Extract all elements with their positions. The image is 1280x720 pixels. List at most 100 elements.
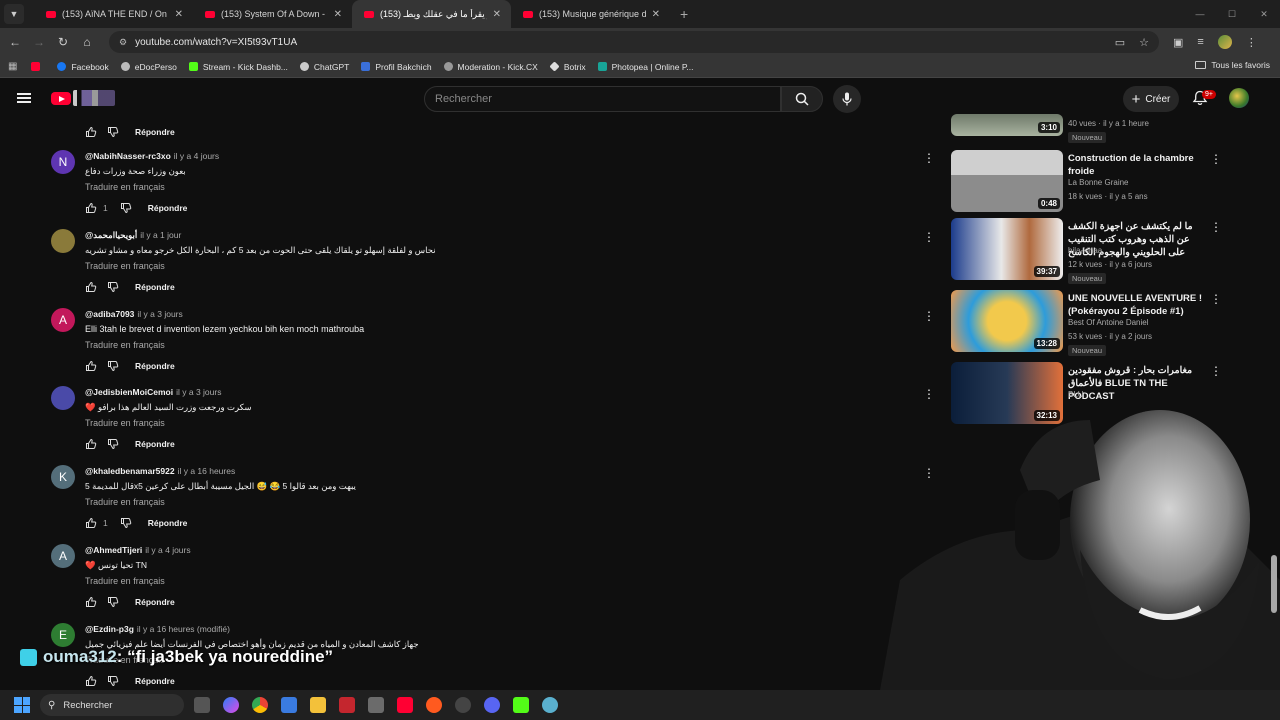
menu-hamburger-icon[interactable] [17,93,31,103]
search-button[interactable] [781,86,823,112]
comment-author[interactable]: @NabihNasser-rc3xo [85,151,171,161]
comment-time[interactable]: il y a 4 jours [174,151,219,161]
address-bar[interactable]: ⚙ youtube.com/watch?v=XI5t93vT1UA ▭ ☆ [109,31,1159,53]
thumbs-down-icon[interactable] [107,360,119,372]
comment-author[interactable]: @أبويحياامحمد [85,230,137,240]
cast-icon[interactable]: ▭ [1115,36,1125,49]
firefox-icon[interactable] [426,697,442,713]
bookmark-youtube[interactable] [31,62,45,71]
reload-icon[interactable]: ↻ [51,35,75,49]
minimize-icon[interactable]: — [1184,9,1216,19]
reply-button[interactable]: Répondre [135,676,175,686]
reply-button[interactable]: Répondre [148,203,188,213]
video-thumbnail[interactable]: 13:28 [951,290,1063,352]
close-tab-icon[interactable]: ✕ [334,9,342,20]
avatar[interactable]: A [51,308,75,332]
thumbs-down-icon[interactable] [120,517,132,529]
recommended-video[interactable]: 0:48 Construction de la chambre froide La … [951,150,1271,216]
comment-author[interactable]: @JedisbienMoiCemoi [85,387,173,397]
profile-avatar-icon[interactable] [1217,35,1232,49]
comment-time[interactable]: il y a 3 jours [176,387,221,397]
channel-name[interactable]: bila-kinaa [1068,246,1102,255]
video-more-icon[interactable]: ⋮ [1210,364,1222,378]
bookmark-facebook[interactable]: Facebook [57,62,109,72]
youtube-app-icon[interactable] [397,697,413,713]
kick-app-icon[interactable] [513,697,529,713]
browser-tab[interactable]: (153) System Of A Down - Chop ✕ [193,0,352,28]
thumbs-down-icon[interactable] [107,438,119,450]
avatar[interactable] [51,386,75,410]
translate-button[interactable]: Traduire en français [85,576,165,586]
comment-time[interactable]: il y a 16 heures [178,466,236,476]
channel-name[interactable]: Best Of Antoine Daniel [1068,318,1149,327]
recommended-video[interactable]: 39:37 ما لم يكتشف عن اجهزة الكشف عن الذهب… [951,218,1271,284]
comment-time[interactable]: il y a 3 jours [137,309,182,319]
bookmark-edocperso[interactable]: eDocPerso [120,62,177,72]
avatar[interactable]: E [51,623,75,647]
create-button[interactable]: + Créer [1123,86,1179,112]
media-controls-icon[interactable]: ≡ [1197,36,1203,48]
taskbar-search[interactable]: ⚲ Rechercher [40,694,184,716]
translate-button[interactable]: Traduire en français [85,182,165,192]
comment-more-icon[interactable]: ⋮ [923,387,935,401]
avatar[interactable]: K [51,465,75,489]
close-tab-icon[interactable]: ✕ [493,9,501,20]
close-tab-icon[interactable]: ✕ [175,9,183,20]
search-input[interactable]: Rechercher [424,86,781,112]
translate-button[interactable]: Traduire en français [85,418,165,428]
avatar[interactable]: A [51,544,75,568]
translate-button[interactable]: Traduire en français [85,497,165,507]
avatar[interactable] [51,229,75,253]
comment-author[interactable]: @AhmedTijeri [85,545,142,555]
youtube-doodle[interactable] [73,90,115,106]
app-blue-icon[interactable] [542,697,558,713]
thumbs-up-icon[interactable] [85,675,97,687]
comment-time[interactable]: il y a 1 jour [140,230,181,240]
browser-tab-active[interactable]: (153) جهاز يقرأ ما في عقلك ويطـ ✕ [352,0,511,28]
comment-time[interactable]: il y a 4 jours [145,545,190,555]
video-thumbnail[interactable]: 0:48 [951,150,1063,212]
new-tab-button[interactable]: + [680,6,688,22]
bookmark-chatgpt[interactable]: ChatGPT [299,62,349,72]
account-avatar[interactable] [1229,88,1249,108]
voice-search-button[interactable] [833,85,861,113]
thumbs-up-icon[interactable] [85,438,97,450]
maximize-icon[interactable]: ☐ [1216,9,1248,20]
reply-button[interactable]: Répondre [135,282,175,292]
video-thumbnail[interactable]: 39:37 [951,218,1063,280]
tab-list-button[interactable]: ▼ [4,4,24,24]
copilot-icon[interactable] [223,697,239,713]
reply-button[interactable]: Répondre [135,361,175,371]
comment-more-icon[interactable]: ⋮ [923,466,935,480]
browser-tab[interactable]: (153) AïNA THE END / On The W ✕ [34,0,193,28]
thumbs-down-icon[interactable] [107,675,119,687]
file-explorer-icon[interactable] [310,697,326,713]
page-scrollbar[interactable] [1271,555,1277,613]
bookmark-kick-dashboard[interactable]: Stream - Kick Dashb... [188,62,288,72]
browser-menu-icon[interactable]: ⋮ [1246,36,1257,49]
video-more-icon[interactable]: ⋮ [1210,292,1222,306]
video-more-icon[interactable]: ⋮ [1210,152,1222,166]
channel-name[interactable]: La Bonne Graine [1068,178,1129,187]
forward-icon[interactable]: → [27,35,51,49]
comment-time[interactable]: il y a 16 heures (modifié) [137,624,230,634]
all-bookmarks[interactable]: Tous les favoris [1195,60,1270,70]
bookmark-star-icon[interactable]: ☆ [1139,36,1149,49]
site-info-icon[interactable]: ⚙ [119,37,127,48]
bookmark-botrix[interactable]: Botrix [549,61,586,72]
apps-grid-icon[interactable]: ▦ [8,61,17,72]
thumbs-up-icon[interactable] [85,281,97,293]
windows-start-icon[interactable] [14,697,30,713]
discord-icon[interactable] [484,697,500,713]
thumbs-down-icon[interactable] [107,596,119,608]
comment-more-icon[interactable]: ⋮ [923,230,935,244]
recommended-video[interactable]: 13:28 UNE NOUVELLE AVENTURE ! (Pokérayou … [951,290,1271,356]
video-thumbnail[interactable]: 3:10 [951,114,1063,136]
comment-author[interactable]: @khaledbenamar5922 [85,466,175,476]
browser-tab[interactable]: (153) Musique générique de fin ✕ [511,0,670,28]
thumbs-up-icon[interactable] [85,126,97,138]
back-icon[interactable]: ← [3,35,27,49]
comment-author[interactable]: @Ezdin-p3g [85,624,134,634]
reply-button[interactable]: Répondre [135,127,175,137]
thumbs-down-icon[interactable] [107,281,119,293]
